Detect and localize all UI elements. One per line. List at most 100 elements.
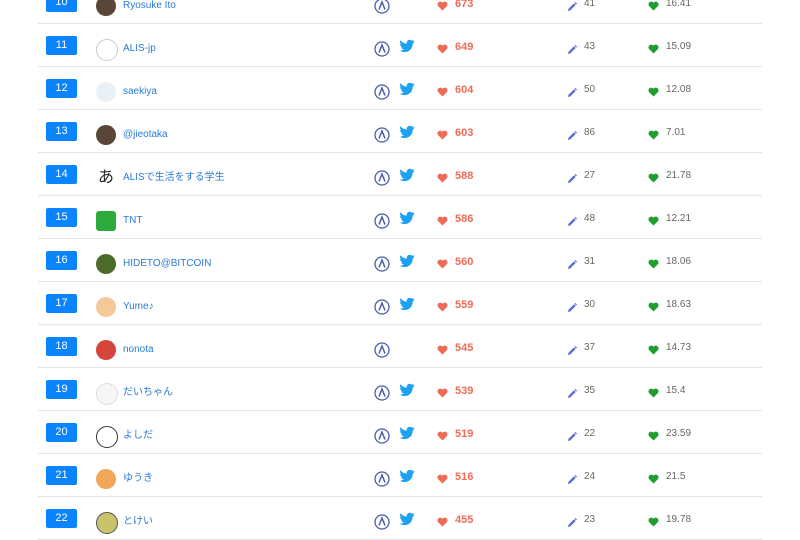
alis-icon[interactable] — [374, 514, 390, 530]
user-name-link[interactable]: @jieotaka — [123, 128, 168, 142]
articles-count: 50 — [584, 84, 596, 95]
rank-badge[interactable]: 10 — [46, 0, 77, 12]
green-heart-icon — [648, 84, 659, 97]
user-name-link[interactable]: Yume♪ — [123, 300, 154, 314]
heart-icon — [437, 84, 448, 97]
rank-badge[interactable]: 18 — [46, 337, 77, 356]
pencil-icon — [567, 42, 577, 54]
rank-badge[interactable]: 16 — [46, 251, 77, 270]
pencil-icon — [567, 515, 577, 527]
green-heart-icon — [648, 213, 659, 226]
twitter-icon[interactable] — [399, 297, 415, 310]
user-name-link[interactable]: とけい — [123, 515, 153, 529]
user-name-link[interactable]: TNT — [123, 214, 142, 228]
alis-icon[interactable] — [374, 256, 390, 272]
user-name-link[interactable]: だいちゃん — [123, 386, 173, 400]
twitter-icon[interactable] — [399, 254, 415, 267]
user-name-link[interactable]: nonota — [123, 343, 154, 357]
cat-illustration-icon[interactable] — [96, 82, 116, 102]
green-box-icon[interactable] — [96, 211, 116, 231]
pencil-icon — [567, 472, 577, 484]
rank-badge[interactable]: 22 — [46, 509, 77, 528]
score-value: 12.08 — [666, 84, 692, 95]
pencil-icon — [567, 429, 577, 441]
heart-icon — [437, 0, 448, 11]
heart-icon — [437, 213, 448, 226]
alis-icon[interactable] — [374, 127, 390, 143]
user-name-link[interactable]: HIDETO@BITCOIN — [123, 257, 211, 271]
red-character-icon[interactable] — [96, 340, 116, 360]
user-name-link[interactable]: ゆうき — [123, 472, 153, 486]
likes-count: 559 — [455, 299, 474, 311]
heart-icon — [437, 342, 448, 355]
alis-icon[interactable] — [374, 41, 390, 57]
clock-face-icon[interactable] — [96, 512, 118, 534]
rank-badge[interactable]: 14 — [46, 165, 77, 184]
alis-icon[interactable] — [374, 0, 390, 14]
alis-icon[interactable] — [374, 342, 390, 358]
heart-icon — [437, 471, 448, 484]
articles-count: 22 — [584, 428, 596, 439]
user-name-link[interactable]: ALISで生活をする学生 — [123, 171, 225, 185]
rank-badge[interactable]: 19 — [46, 380, 77, 399]
user-name-link[interactable]: saekiya — [123, 85, 157, 99]
twitter-icon[interactable] — [399, 512, 415, 525]
orange-hair-icon[interactable] — [96, 469, 116, 489]
alis-logo-icon[interactable] — [96, 39, 118, 61]
pencil-icon — [567, 171, 577, 183]
likes-count: 586 — [455, 213, 474, 225]
twitter-icon[interactable] — [399, 125, 415, 138]
alis-icon[interactable] — [374, 170, 390, 186]
green-heart-icon — [648, 127, 659, 140]
user-name-link[interactable]: Ryosuke Ito — [123, 0, 176, 13]
alis-icon[interactable] — [374, 213, 390, 229]
user-name-link[interactable]: よしだ — [123, 429, 153, 443]
hiragana-a-icon[interactable]: あ — [96, 168, 116, 188]
alis-icon[interactable] — [374, 299, 390, 315]
table-row: 12 saekiya 604 50 12.08 — [0, 67, 800, 110]
alis-icon[interactable] — [374, 428, 390, 444]
table-row: 14 あ ALISで生活をする学生 588 27 21.78 — [0, 153, 800, 196]
twitter-icon[interactable] — [399, 469, 415, 482]
green-heart-icon — [648, 299, 659, 312]
twitter-icon[interactable] — [399, 82, 415, 95]
rank-badge[interactable]: 17 — [46, 294, 77, 313]
rank-badge[interactable]: 21 — [46, 466, 77, 485]
likes-count: 603 — [455, 127, 474, 139]
user-photo-icon[interactable] — [96, 125, 116, 145]
green-heart-icon — [648, 170, 659, 183]
rank-badge[interactable]: 11 — [46, 36, 77, 55]
twitter-icon[interactable] — [399, 426, 415, 439]
score-value: 18.06 — [666, 256, 692, 267]
likes-count: 604 — [455, 84, 474, 96]
heart-icon — [437, 170, 448, 183]
table-row: 13 @jieotaka 603 86 7.01 — [0, 110, 800, 153]
user-name-link[interactable]: ALIS-jp — [123, 42, 156, 56]
twitter-icon[interactable] — [399, 383, 415, 396]
likes-count: 545 — [455, 342, 474, 354]
rank-badge[interactable]: 20 — [46, 423, 77, 442]
anime-girl-icon[interactable] — [96, 297, 116, 317]
white-dog-icon[interactable] — [96, 383, 118, 405]
rank-badge[interactable]: 15 — [46, 208, 77, 227]
twitter-icon[interactable] — [399, 211, 415, 224]
heart-icon — [437, 127, 448, 140]
rank-badge[interactable]: 12 — [46, 79, 77, 98]
rank-badge[interactable]: 13 — [46, 122, 77, 141]
twitter-icon[interactable] — [399, 168, 415, 181]
alis-icon[interactable] — [374, 385, 390, 401]
alis-icon[interactable] — [374, 84, 390, 100]
pencil-icon — [567, 343, 577, 355]
frankenstein-icon[interactable] — [96, 254, 116, 274]
articles-count: 86 — [584, 127, 596, 138]
score-value: 15.4 — [666, 385, 686, 396]
articles-count: 43 — [584, 41, 596, 52]
likes-count: 588 — [455, 170, 474, 182]
table-row: 20 よしだ 519 22 23.59 — [0, 411, 800, 454]
twitter-icon[interactable] — [399, 39, 415, 52]
smiley-face-icon[interactable] — [96, 426, 118, 448]
articles-count: 41 — [584, 0, 596, 9]
user-photo-icon[interactable] — [96, 0, 116, 16]
likes-count: 560 — [455, 256, 474, 268]
alis-icon[interactable] — [374, 471, 390, 487]
